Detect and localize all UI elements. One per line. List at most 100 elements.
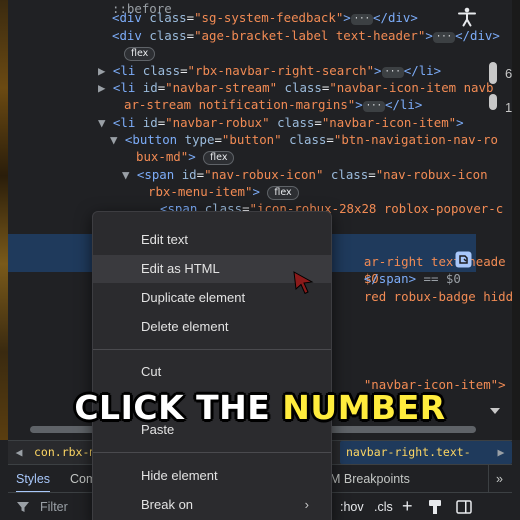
filter-input[interactable]: Filter: [40, 493, 68, 520]
code-token: class: [284, 80, 322, 95]
code-token: <div: [112, 10, 150, 25]
expand-triangle-icon[interactable]: ▶: [98, 80, 113, 95]
code-token: class: [330, 167, 369, 182]
code-token: class: [142, 63, 181, 78]
selected-node-class-text: ar-right text-heade: [334, 235, 506, 269]
code-token: <li: [112, 80, 143, 95]
code-token: class: [277, 115, 315, 130]
collapse-triangle-icon[interactable]: ▼: [110, 132, 125, 147]
code-token: >: [374, 63, 382, 78]
menu-item-edit-text[interactable]: Edit text: [93, 226, 331, 254]
ai-assist-icon[interactable]: [455, 251, 472, 268]
code-token: =: [196, 167, 205, 182]
code-token: class: [289, 132, 327, 147]
filter-icon: [17, 502, 29, 512]
video-caption: CLICK THE NUMBER: [0, 384, 520, 434]
menu-item-hide-element[interactable]: Hide element: [93, 462, 331, 490]
navbar-item-line: "navbar-icon-item">: [334, 358, 506, 392]
menu-item-label: Edit as HTML: [141, 261, 220, 276]
code-token: >: [425, 28, 433, 43]
code-line[interactable]: bux-md"> flex: [136, 148, 235, 166]
flex-badge[interactable]: flex: [203, 151, 235, 165]
menu-item-label: Duplicate element: [141, 290, 246, 305]
menu-item-delete-element[interactable]: Delete element: [93, 313, 331, 341]
code-token: id: [142, 115, 158, 130]
code-token: "navbar-icon-item navb: [329, 80, 494, 95]
code-token: >: [188, 149, 196, 164]
code-line[interactable]: ▼ <span id="nav-robux-icon" class="nav-r…: [122, 166, 488, 184]
code-line[interactable]: ▼ <li id="navbar-robux" class="navbar-ic…: [98, 114, 464, 132]
code-token: "age-bracket-label text-header": [194, 28, 426, 43]
code-token: =: [186, 10, 195, 25]
code-token: >: [252, 184, 260, 199]
code-line[interactable]: ▶ <li class="rbx-navbar-right-search"> ··…: [98, 62, 441, 80]
more-tabs-icon[interactable]: »: [496, 465, 503, 493]
collapsed-content-ellipsis[interactable]: ···: [432, 32, 456, 43]
menu-item-break-on[interactable]: Break on ›: [93, 491, 331, 519]
tab-dom-breakpoints[interactable]: M Breakpoints: [330, 465, 410, 493]
caption-white-text: CLICK THE: [74, 388, 283, 427]
robux-badge-line: red robux-badge hidd: [334, 270, 513, 304]
toggle-sidebar-icon[interactable]: [456, 500, 472, 514]
flex-badge[interactable]: flex: [124, 47, 156, 61]
accessibility-icon[interactable]: [456, 6, 478, 28]
code-token: >: [343, 10, 351, 25]
code-token: class: [149, 28, 187, 43]
menu-item-cut[interactable]: Cut: [93, 358, 331, 386]
collapse-triangle-icon[interactable]: ▼: [98, 115, 113, 130]
code-token: rbx-menu-item": [148, 184, 253, 199]
collapsed-content-ellipsis[interactable]: ···: [381, 67, 404, 78]
expand-triangle-icon[interactable]: ▶: [98, 63, 113, 78]
code-token: <div: [112, 28, 150, 43]
code-token: =: [186, 28, 195, 43]
breadcrumb-scroll-left-icon[interactable]: ◀: [8, 441, 30, 463]
tree-scrollbar-thumb-2[interactable]: [489, 94, 497, 110]
code-line[interactable]: <div class="sg-system-feedback"> ··· </div…: [112, 9, 418, 27]
code-token: </li>: [403, 63, 442, 78]
rendering-emulation-icon[interactable]: [428, 499, 442, 515]
code-line[interactable]: flex: [124, 44, 156, 62]
new-style-rule-icon[interactable]: +: [402, 492, 413, 520]
code-token: <button: [124, 132, 185, 147]
hov-toggle-button[interactable]: :hov: [340, 493, 364, 520]
code-token: "rbx-navbar-right-search": [187, 63, 375, 78]
code-line[interactable]: ar-stream notification-margins"> ··· </li>: [124, 96, 422, 114]
code-token: class: [149, 10, 187, 25]
breadcrumb-scroll-right-icon[interactable]: ▶: [490, 441, 512, 463]
code-token: id: [181, 167, 197, 182]
code-token: "nav-robux-icon": [204, 167, 324, 182]
code-line[interactable]: <div class="age-bracket-label text-heade…: [112, 27, 500, 45]
code-token: "navbar-robux": [165, 115, 270, 130]
code-token: "button": [221, 132, 282, 147]
code-line[interactable]: rbx-menu-item"> flex: [148, 183, 299, 201]
right-panel-strip: [512, 0, 520, 440]
code-token: <li: [112, 63, 143, 78]
collapse-triangle-icon[interactable]: ▼: [122, 167, 137, 182]
right-panel-marker: 1: [505, 100, 513, 115]
tree-scrollbar-thumb[interactable]: [489, 62, 497, 84]
code-token: >: [355, 97, 363, 112]
code-line[interactable]: ▶ <li id="navbar-stream" class="navbar-i…: [98, 79, 493, 97]
collapsed-content-ellipsis[interactable]: ···: [362, 101, 385, 112]
menu-item-label: Break on: [141, 497, 194, 512]
code-token: =: [326, 132, 334, 147]
collapsed-content-ellipsis[interactable]: ···: [350, 14, 374, 25]
page-background-strip: [0, 0, 8, 440]
code-token: ar-stream notification-margins": [124, 97, 356, 112]
tab-styles[interactable]: Styles: [16, 465, 51, 493]
code-token: "btn-navigation-nav-ro: [333, 132, 498, 147]
code-token: bux-md": [136, 149, 189, 164]
cls-toggle-button[interactable]: .cls: [374, 493, 393, 520]
code-token: "navbar-stream": [165, 80, 278, 95]
menu-separator: [93, 452, 331, 453]
selected-node-close-tag: </span> == $0: [334, 252, 461, 286]
flex-badge[interactable]: flex: [267, 186, 299, 200]
code-line[interactable]: ▼ <button type="button" class="btn-navig…: [110, 131, 498, 149]
breadcrumb-item-selected[interactable]: navbar-right.text-header: [340, 441, 512, 481]
tab-divider: [488, 465, 489, 493]
